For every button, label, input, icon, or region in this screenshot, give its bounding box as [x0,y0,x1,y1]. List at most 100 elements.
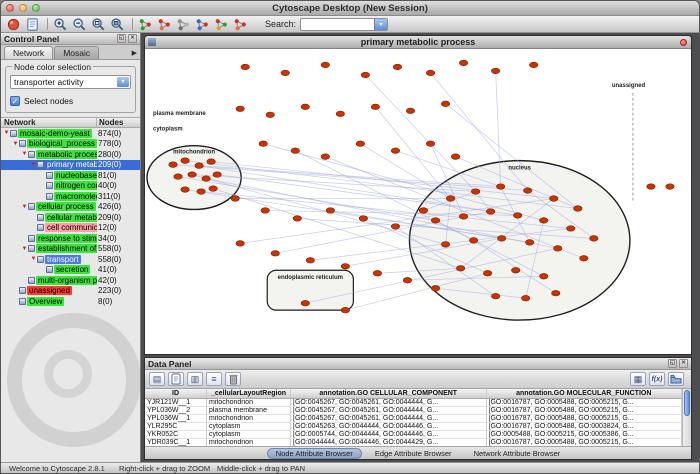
network-node[interactable] [321,62,329,68]
new-network-from-selected-nodes-icon[interactable] [137,17,154,32]
network-node[interactable] [530,62,538,68]
network-node[interactable] [486,209,494,215]
apply-layout-icon[interactable] [213,17,230,32]
network-node[interactable] [361,72,369,78]
network-node[interactable] [451,154,459,160]
tree-item-overview[interactable]: Overview8(0) [1,296,140,307]
network-node[interactable] [459,60,467,66]
tree-item-response-to-stimul[interactable]: response to stimul34(0) [1,233,140,244]
network-node[interactable] [373,270,381,276]
network-node[interactable] [491,293,499,299]
network-node[interactable] [291,148,299,154]
expand-arrow-icon[interactable]: ▼ [21,151,28,157]
network-node[interactable] [306,258,314,264]
network-node[interactable] [169,162,177,168]
network-node[interactable] [271,251,279,257]
network-node[interactable] [281,70,289,76]
table-cell[interactable]: [GO:0016787, GO:0005488, GO:0005215, G..… [487,415,683,423]
network-node[interactable] [359,216,367,222]
network-node[interactable] [471,189,479,195]
network-node[interactable] [197,189,205,195]
table-cell[interactable]: [GO:0016787, GO:0005488, GO:0005215, G..… [487,439,683,446]
expand-arrow-icon[interactable]: ▼ [21,204,28,210]
network-node[interactable] [431,285,439,291]
float-panel-icon[interactable]: ◱ [117,34,126,43]
network-node[interactable] [511,267,519,273]
tree-item-cellular-process[interactable]: ▼cellular process426(0) [1,202,140,213]
hide-selected-icon[interactable] [175,17,192,32]
network-node[interactable] [426,141,434,147]
table-cell[interactable]: [GO:0016787, GO:0005488, GO:0005215, G..… [487,407,683,415]
tree-item-establishment-of-lo[interactable]: ▼establishment of lo558(0) [1,244,140,255]
table-cell[interactable]: [GO:0045267, GO:0045261, GO:0044444, G..… [291,415,487,423]
data-panel-float-icon[interactable]: ◱ [668,359,677,368]
table-row[interactable]: YJR121W__1mitochondrion[GO:0045267, GO:0… [145,399,682,407]
network-node[interactable] [391,148,399,154]
network-node[interactable] [483,270,491,276]
network-node[interactable] [326,208,334,214]
function-builder-icon[interactable]: f(x) [649,372,665,386]
tree-item-mosaic-demo-yeast[interactable]: ▼mosaic-demo-yeast874(0) [1,128,140,139]
table-cell[interactable]: [GO:0016787, GO:0005488, GO:0005215, G..… [487,399,683,407]
attribute-table-icon[interactable]: ▦ [630,372,646,386]
delete-attributes-icon[interactable] [225,372,241,386]
network-node[interactable] [209,186,217,192]
network-node[interactable] [540,273,548,279]
minimize-button[interactable] [19,4,27,12]
expand-arrow-icon[interactable]: ▼ [21,246,28,252]
list-attribute-icon[interactable]: ≡ [206,372,222,386]
copy-attribute-icon[interactable]: ▥ [187,372,203,386]
network-node[interactable] [393,64,401,70]
zoom-selected-region-icon[interactable] [90,17,107,32]
expand-arrow-icon[interactable]: ▼ [30,162,37,168]
new-network-from-selected-edges-icon[interactable] [156,17,173,32]
tree-header-nodes[interactable]: Nodes [97,118,140,127]
table-cell[interactable]: [GO:0016787, GO:0005488, GO:0003824, G..… [487,423,683,431]
table-cell[interactable]: YPL036W__1 [145,415,207,423]
zoom-in-icon[interactable] [52,17,69,32]
network-node[interactable] [236,106,244,112]
table-row[interactable]: YKR052Ccytoplasm[GO:0005744, GO:0044444,… [145,431,682,439]
network-node[interactable] [188,172,196,178]
network-canvas[interactable]: mitochondrionnucleusendoplasmic reticulu… [145,49,691,354]
tree-item-nitrogen-compo[interactable]: nitrogen compo40(0) [1,181,140,192]
table-cell[interactable]: [GO:0005744, GO:0044444, GO:0044446, G..… [291,431,487,439]
table-cell[interactable]: mitochondrion [207,415,291,423]
network-node[interactable] [647,184,655,190]
tab-scroll-right-icon[interactable]: ▶ [132,49,137,59]
network-node[interactable] [213,172,221,178]
color-attribute-combobox[interactable]: transporter activity ▼ [10,75,131,89]
table-row[interactable]: YPL036W__1mitochondrion[GO:0045267, GO:0… [145,415,682,423]
tree-item-primary-metab[interactable]: ▼primary metab...209(0) [1,160,140,171]
select-attributes-icon[interactable]: ▤ [149,372,165,386]
table-row[interactable]: YDR039C__1mitochondrion[GO:0044444, GO:0… [145,439,682,446]
table-header-cell[interactable]: annotation.GO MOLECULAR_FUNCTION [487,389,683,398]
network-node[interactable] [293,216,301,222]
network-node[interactable] [513,213,521,219]
expand-arrow-icon[interactable]: ▼ [30,256,37,262]
network-node[interactable] [356,141,364,147]
network-node[interactable] [426,70,434,76]
data-panel-close-icon[interactable]: ✕ [679,359,688,368]
tab-network-attribute-browser[interactable]: Network Attribute Browser [465,448,570,459]
table-row[interactable]: YPL036W__2plasma membrane[GO:0045267, GO… [145,407,682,415]
network-node[interactable] [181,158,189,164]
window-titlebar[interactable]: Cytoscape Desktop (New Session) [1,1,699,16]
network-node[interactable] [371,104,379,110]
table-cell[interactable]: cytoplasm [207,423,291,431]
network-node[interactable] [266,112,274,118]
table-row[interactable]: YLR295Ccytoplasm[GO:0045263, GO:0044444,… [145,423,682,431]
table-cell[interactable]: [GO:0044444, GO:0044446, GO:0044429, G..… [291,439,487,446]
import-attributes-icon[interactable] [668,372,684,386]
tree-item-biological-process[interactable]: ▼biological_process778(0) [1,139,140,150]
zoom-out-icon[interactable] [71,17,88,32]
show-all-icon[interactable] [194,17,211,32]
vizmapper-icon[interactable] [232,17,249,32]
network-frame-close-button[interactable] [680,39,687,46]
network-node[interactable] [469,238,477,244]
network-node[interactable] [456,265,464,271]
network-node[interactable] [301,104,309,110]
table-cell[interactable]: YLR295C [145,423,207,431]
close-panel-icon[interactable]: ✕ [128,34,137,43]
create-new-attribute-icon[interactable] [168,372,184,386]
